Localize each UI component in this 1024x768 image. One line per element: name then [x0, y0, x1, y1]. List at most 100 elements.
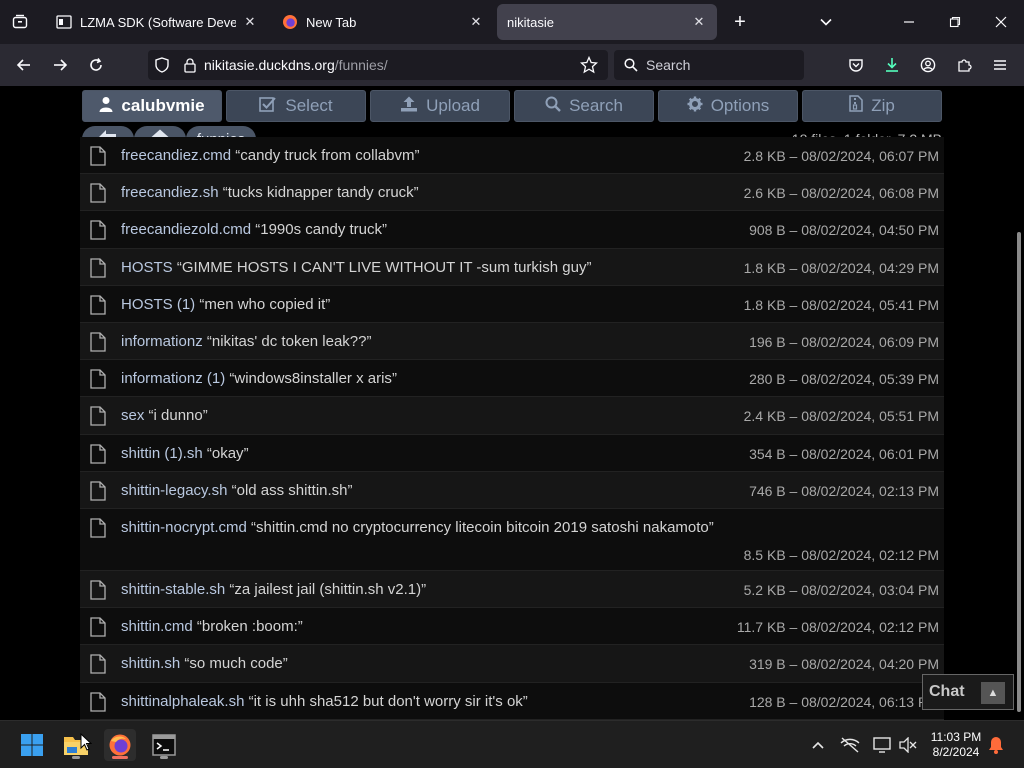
file-name-link[interactable]: shittin-legacy.sh	[121, 482, 227, 499]
bookmark-star-icon[interactable]	[579, 55, 599, 77]
file-meta: 354 B – 08/02/2024, 06:01 PM	[749, 445, 939, 462]
notification-bell-icon[interactable]	[986, 735, 1006, 755]
tab-overview-icon[interactable]	[6, 8, 34, 36]
file-entry[interactable]: shittin-nocrypt.cmd “shittin.cmd no cryp…	[121, 519, 714, 536]
chat-toggle-button[interactable]: ▲	[981, 682, 1005, 704]
file-icon	[90, 295, 106, 315]
search-bar[interactable]: Search	[614, 50, 804, 80]
account-icon[interactable]	[914, 51, 942, 79]
file-row[interactable]: freecandiezold.cmd “1990s candy truck” 90…	[80, 211, 944, 249]
file-name-link[interactable]: shittin.cmd	[121, 618, 193, 635]
file-entry[interactable]: shittinalphaleak.sh “it is uhh sha512 bu…	[121, 693, 528, 710]
file-name-link[interactable]: HOSTS (1)	[121, 296, 195, 313]
upload-button[interactable]: Upload	[370, 90, 510, 122]
clock-date: 8/2/2024	[932, 745, 980, 759]
file-entry[interactable]: HOSTS (1) “men who copied it”	[121, 296, 330, 313]
file-entry[interactable]: shittin-stable.sh “za jailest jail (shit…	[121, 581, 426, 598]
minimize-icon[interactable]	[895, 8, 923, 36]
file-icon	[90, 146, 106, 166]
options-button[interactable]: Options	[658, 90, 798, 122]
file-name-link[interactable]: informationz (1)	[121, 370, 225, 387]
tab-nikitasie[interactable]: nikitasie ✕	[497, 4, 717, 40]
lock-icon[interactable]	[176, 57, 204, 73]
file-row[interactable]: freecandiez.cmd “candy truck from collab…	[80, 137, 944, 175]
user-button[interactable]: calubvmie	[82, 90, 222, 122]
file-row[interactable]: shittin-nocrypt.cmd “shittin.cmd no cryp…	[80, 509, 944, 571]
file-entry[interactable]: shittin.cmd “broken :boom:”	[121, 618, 303, 635]
file-row[interactable]: shittin-legacy.sh “old ass shittin.sh” 74…	[80, 471, 944, 509]
select-button[interactable]: Select	[226, 90, 366, 122]
file-entry[interactable]: HOSTS “GIMME HOSTS I CAN'T LIVE WITHOUT …	[121, 259, 591, 276]
file-entry[interactable]: shittin-legacy.sh “old ass shittin.sh”	[121, 482, 353, 499]
windows-taskbar: 11:03 PM 8/2/2024	[0, 720, 1024, 768]
pocket-icon[interactable]	[842, 51, 870, 79]
tab-close-icon[interactable]: ✕	[691, 14, 707, 30]
start-windows-icon[interactable]	[16, 729, 48, 761]
file-name-link[interactable]: freecandiez.cmd	[121, 147, 231, 164]
file-description: “nikitas' dc token leak??”	[206, 333, 372, 350]
forward-arrow-icon[interactable]	[46, 51, 74, 79]
chat-widget[interactable]: Chat ▲	[922, 674, 1014, 710]
file-name-link[interactable]: HOSTS	[121, 259, 173, 276]
tab-close-icon[interactable]: ✕	[242, 14, 258, 30]
display-icon[interactable]	[872, 735, 892, 755]
chevron-up-icon[interactable]	[808, 735, 828, 755]
file-icon	[90, 580, 106, 600]
file-entry[interactable]: informationz (1) “windows8installer x ar…	[121, 370, 397, 387]
file-name-link[interactable]: shittin-stable.sh	[121, 581, 225, 598]
list-all-tabs-icon[interactable]	[812, 8, 840, 36]
tab-new-tab[interactable]: New Tab ✕	[272, 4, 494, 40]
reload-icon[interactable]	[82, 51, 110, 79]
file-description: “windows8installer x aris”	[229, 370, 397, 388]
gear-icon	[687, 96, 703, 117]
file-row[interactable]: shittin-stable.sh “za jailest jail (shit…	[80, 571, 944, 609]
file-name-link[interactable]: shittin.sh	[121, 655, 180, 672]
volume-muted-icon[interactable]	[898, 735, 918, 755]
file-row[interactable]: HOSTS (1) “men who copied it” 1.8 KB – 08…	[80, 285, 944, 323]
back-arrow-icon[interactable]	[10, 51, 38, 79]
network-disconnected-icon[interactable]	[840, 735, 860, 755]
close-window-icon[interactable]	[987, 8, 1015, 36]
file-row[interactable]: HOSTS “GIMME HOSTS I CAN'T LIVE WITHOUT …	[80, 248, 944, 286]
tab-lzma-sdk[interactable]: LZMA SDK (Software Developm ✕	[46, 4, 268, 40]
file-name-link[interactable]: shittin (1).sh	[121, 445, 203, 462]
zip-button[interactable]: Zip	[802, 90, 942, 122]
file-name-link[interactable]: freecandiezold.cmd	[121, 221, 251, 238]
file-name-link[interactable]: shittinalphaleak.sh	[121, 693, 244, 710]
scrollbar-thumb[interactable]	[1017, 232, 1021, 712]
file-entry[interactable]: sex “i dunno”	[121, 407, 208, 424]
file-row[interactable]: informationz “nikitas' dc token leak??” 1…	[80, 323, 944, 361]
file-name-link[interactable]: freecandiez.sh	[121, 184, 219, 201]
file-row[interactable]: freecandiez.sh “tucks kidnapper tandy cr…	[80, 174, 944, 212]
file-entry[interactable]: shittin.sh “so much code”	[121, 655, 288, 672]
file-name-link[interactable]: sex	[121, 407, 144, 424]
restore-icon[interactable]	[941, 8, 969, 36]
menu-hamburger-icon[interactable]	[986, 51, 1014, 79]
file-entry[interactable]: shittin (1).sh “okay”	[121, 445, 249, 462]
file-row[interactable]: shittin.sh “so much code” 319 B – 08/02/2…	[80, 645, 944, 683]
extensions-puzzle-icon[interactable]	[950, 51, 978, 79]
file-row[interactable]: informationz (1) “windows8installer x ar…	[80, 360, 944, 398]
file-name-link[interactable]: informationz	[121, 333, 203, 350]
file-entry[interactable]: freecandiez.cmd “candy truck from collab…	[121, 147, 419, 164]
firefox-taskbar-icon[interactable]	[104, 729, 136, 761]
file-entry[interactable]: freecandiez.sh “tucks kidnapper tandy cr…	[121, 184, 419, 201]
search-button[interactable]: Search	[514, 90, 654, 122]
new-tab-button[interactable]: +	[726, 8, 754, 36]
file-name-link[interactable]: shittin-nocrypt.cmd	[121, 519, 247, 536]
file-row[interactable]: shittin.cmd “broken :boom:” 11.7 KB – 08/…	[80, 608, 944, 646]
tab-close-icon[interactable]: ✕	[468, 14, 484, 30]
shield-icon[interactable]	[148, 57, 176, 73]
file-entry[interactable]: freecandiezold.cmd “1990s candy truck”	[121, 221, 387, 238]
url-bar[interactable]: nikitasie.duckdns.org/funnies/	[148, 50, 608, 80]
user-name: calubvmie	[121, 96, 205, 115]
file-row[interactable]: shittinalphaleak.sh “it is uhh sha512 bu…	[80, 682, 944, 720]
system-clock[interactable]: 11:03 PM 8/2/2024	[926, 730, 986, 760]
file-row[interactable]: sex “i dunno” 2.4 KB – 08/02/2024, 05:51 …	[80, 397, 944, 435]
chat-label: Chat	[929, 683, 965, 700]
downloads-icon[interactable]	[878, 51, 906, 79]
file-row[interactable]: shittin (1).sh “okay” 354 B – 08/02/2024,…	[80, 434, 944, 472]
file-icon	[90, 654, 106, 675]
terminal-icon[interactable]	[148, 729, 180, 761]
file-entry[interactable]: informationz “nikitas' dc token leak??”	[121, 333, 372, 350]
